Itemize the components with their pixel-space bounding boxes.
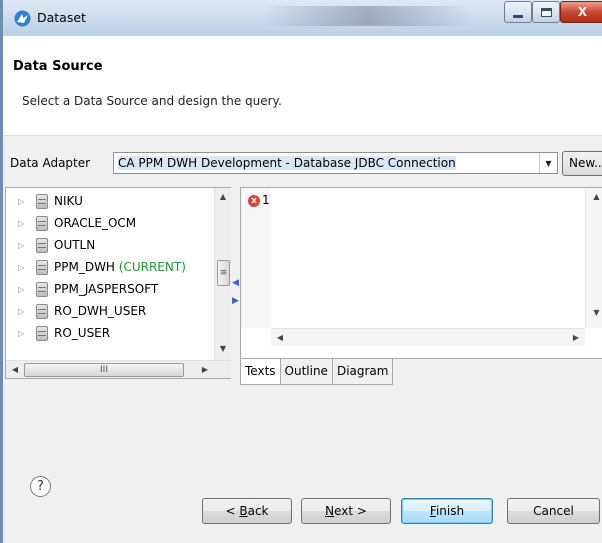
schema-tree: ▷ NIKU ▷ ORACLE_OCM ▷ OUTLN ▷ PPM_DWH (C… [5,187,231,379]
tree-item-label: ORACLE_OCM [54,216,137,230]
dataset-dialog: Dataset X Data Source Select a Data Sour… [0,0,602,543]
panel-splitter[interactable]: ◀ ▶ [232,274,240,310]
triangle-right-icon[interactable]: ▷ [18,219,28,228]
current-schema-tag: (CURRENT) [114,260,186,274]
triangle-right-icon[interactable]: ▷ [18,241,28,250]
title-bar-blur [263,6,473,26]
scroll-right-icon[interactable]: ▶ [196,361,214,378]
page-description: Select a Data Source and design the quer… [22,94,282,108]
tree-horizontal-scrollbar[interactable]: ◀ III ▶ [6,360,231,378]
collapse-left-icon[interactable]: ◀ [232,274,240,292]
triangle-right-icon[interactable]: ▷ [18,197,28,206]
tree-item-label: PPM_DWH (CURRENT) [54,260,186,274]
tab-diagram[interactable]: Diagram [332,359,394,385]
query-text-area[interactable] [272,190,585,326]
database-schema-icon [36,303,48,319]
database-schema-icon [36,281,48,297]
tree-item-label: OUTLN [54,238,96,252]
tab-texts[interactable]: Texts [240,359,281,385]
close-icon: X [577,5,588,19]
tree-hscroll-thumb[interactable]: III [24,363,184,377]
database-schema-icon [36,193,48,209]
next-button[interactable]: Next > [301,498,391,524]
scroll-down-icon[interactable]: ▼ [586,308,602,317]
triangle-right-icon[interactable]: ▷ [18,263,28,272]
cancel-button[interactable]: Cancel [507,498,600,524]
dataset-icon [14,10,31,27]
schema-tree-list: ▷ NIKU ▷ ORACLE_OCM ▷ OUTLN ▷ PPM_DWH (C… [6,188,214,360]
tree-scroll-thumb[interactable]: ≡ [217,260,230,286]
scroll-left-icon[interactable]: ◀ [6,361,24,378]
maximize-icon [540,7,552,17]
scroll-up-icon[interactable]: ▲ [586,192,602,201]
minimize-icon [513,14,523,18]
tree-vertical-scrollbar[interactable]: ▲ ≡ ▼ [214,188,231,360]
tree-item-label: RO_DWH_USER [54,304,147,318]
help-icon[interactable]: ? [30,476,51,497]
wizard-body: Data Adapter CA PPM DWH Development - Da… [3,136,602,468]
page-title: Data Source [13,59,103,74]
tree-item[interactable]: ▷ OUTLN [6,235,214,255]
database-schema-icon [36,215,48,231]
database-schema-icon [36,325,48,341]
minimize-button[interactable] [504,1,532,23]
tree-item[interactable]: ▷ RO_USER [6,323,214,343]
tab-outline[interactable]: Outline [280,359,333,385]
triangle-right-icon[interactable]: ▷ [18,285,28,294]
finish-button[interactable]: Finish [401,498,493,524]
error-icon: x [248,195,260,207]
maximize-button[interactable] [532,1,560,23]
scroll-down-icon[interactable]: ▼ [215,344,231,353]
chevron-down-icon[interactable]: ▼ [539,153,557,173]
back-button[interactable]: < Back [202,498,292,524]
tree-item-label: RO_USER [54,326,111,340]
editor-gutter: x 1 [241,188,271,328]
title-bar[interactable]: Dataset X [3,0,602,36]
data-adapter-select[interactable]: CA PPM DWH Development - Database JDBC C… [113,152,558,174]
tree-item-label: PPM_JASPERSOFT [54,282,159,296]
scroll-up-icon[interactable]: ▲ [215,192,231,201]
editor-vertical-scrollbar[interactable]: ▲ ▼ [585,188,602,328]
query-editor: x 1 ▲ ▼ ◀ ▶ [240,187,602,359]
new-adapter-button[interactable]: New... [562,151,602,176]
database-schema-icon [36,259,48,275]
triangle-right-icon[interactable]: ▷ [18,329,28,338]
database-schema-icon [36,237,48,253]
data-adapter-value: CA PPM DWH Development - Database JDBC C… [118,156,456,170]
close-button[interactable]: X [560,1,602,23]
wizard-header: Data Source Select a Data Source and des… [3,36,602,136]
line-number: 1 [262,193,270,207]
editor-horizontal-scrollbar[interactable]: ◀ ▶ [271,328,585,346]
tree-item-label: NIKU [54,194,83,208]
tree-item[interactable]: ▷ ORACLE_OCM [6,213,214,233]
tree-item[interactable]: ▷ NIKU [6,191,214,211]
scroll-left-icon[interactable]: ◀ [271,329,289,346]
collapse-right-icon[interactable]: ▶ [232,292,240,310]
window-title: Dataset [37,10,86,25]
triangle-right-icon[interactable]: ▷ [18,307,28,316]
scroll-right-icon[interactable]: ▶ [567,329,585,346]
editor-tabs: Texts Outline Diagram [240,359,394,385]
data-adapter-label: Data Adapter [10,156,91,170]
tree-item[interactable]: ▷ PPM_DWH (CURRENT) [6,257,214,277]
tree-item[interactable]: ▷ RO_DWH_USER [6,301,214,321]
wizard-footer: ? < Back Next > Finish Cancel [3,468,602,543]
tree-item[interactable]: ▷ PPM_JASPERSOFT [6,279,214,299]
